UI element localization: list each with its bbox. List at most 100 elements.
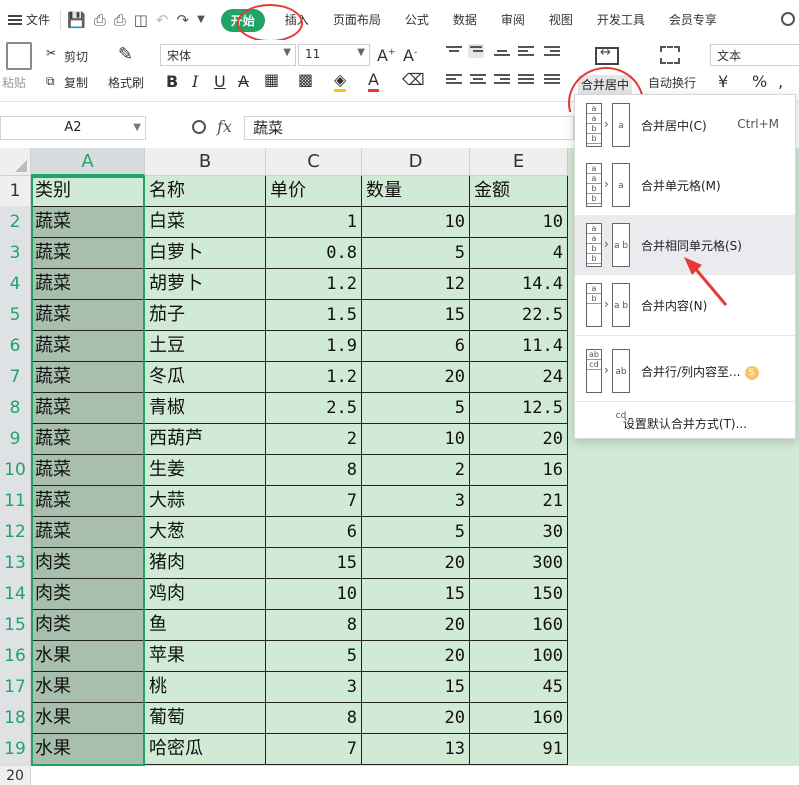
row-header-14[interactable]: 14 — [0, 579, 31, 610]
cell-b15[interactable]: 鱼 — [145, 610, 266, 641]
cell-a7[interactable]: 蔬菜 — [31, 362, 145, 393]
tab-view[interactable]: 视图 — [537, 0, 585, 40]
cell-a6[interactable]: 蔬菜 — [31, 331, 145, 362]
cell-b4[interactable]: 胡萝卜 — [145, 269, 266, 300]
row-header-2[interactable]: 2 — [0, 207, 31, 238]
redo-icon[interactable]: ↷ — [177, 10, 190, 30]
cell-d10[interactable]: 2 — [362, 455, 470, 486]
fx-label[interactable]: fx — [217, 117, 232, 136]
cell-d17[interactable]: 15 — [362, 672, 470, 703]
wrap-text-button[interactable]: 自动换行 — [648, 74, 696, 91]
cell-a12[interactable]: 蔬菜 — [31, 517, 145, 548]
align-bottom-icon[interactable] — [494, 50, 510, 64]
chevron-down-icon[interactable]: ▼ — [197, 10, 205, 30]
cell-c16[interactable]: 5 — [266, 641, 362, 672]
cell-a18[interactable]: 水果 — [31, 703, 145, 734]
tab-data[interactable]: 数据 — [441, 0, 489, 40]
cell-b3[interactable]: 白萝卜 — [145, 238, 266, 269]
number-format-select[interactable]: 文本 — [710, 44, 799, 66]
cell-c19[interactable]: 7 — [266, 734, 362, 765]
tab-formulas[interactable]: 公式 — [393, 0, 441, 40]
menu-item-default-merge-settings[interactable]: 设置默认合并方式(T)... — [575, 415, 795, 432]
cell-c2[interactable]: 1 — [266, 207, 362, 238]
cell-d7[interactable]: 20 — [362, 362, 470, 393]
column-header-c[interactable]: C — [266, 148, 362, 176]
align-left-icon[interactable] — [446, 74, 462, 88]
cell-e8[interactable]: 12.5 — [470, 393, 568, 424]
tab-page-layout[interactable]: 页面布局 — [321, 0, 393, 40]
underline-icon[interactable]: U — [214, 72, 226, 91]
cell-e2[interactable]: 10 — [470, 207, 568, 238]
cell-e4[interactable]: 14.4 — [470, 269, 568, 300]
file-menu-button[interactable]: 文件 — [0, 0, 60, 40]
tab-review[interactable]: 审阅 — [489, 0, 537, 40]
cell-c5[interactable]: 1.5 — [266, 300, 362, 331]
cut-button[interactable]: 剪切 — [64, 48, 88, 65]
export-pdf-icon[interactable]: ⎙ — [94, 10, 106, 30]
cell-b8[interactable]: 青椒 — [145, 393, 266, 424]
cell-a3[interactable]: 蔬菜 — [31, 238, 145, 269]
cell-b6[interactable]: 土豆 — [145, 331, 266, 362]
fill-color-icon[interactable]: ◈ — [334, 70, 347, 92]
menu-item-merge-rows-columns[interactable]: ab cd › ab cd 合并行/列内容至... S — [575, 341, 795, 421]
row-header-11[interactable]: 11 — [0, 486, 31, 517]
menu-item-merge-cells[interactable]: a a b b › a 合并单元格(M) — [575, 155, 795, 215]
cell-e11[interactable]: 21 — [470, 486, 568, 517]
cell-a10[interactable]: 蔬菜 — [31, 455, 145, 486]
undo-icon[interactable]: ↶ — [156, 10, 169, 30]
column-header-b[interactable]: B — [145, 148, 266, 176]
cell-d18[interactable]: 20 — [362, 703, 470, 734]
cell-b9[interactable]: 西葫芦 — [145, 424, 266, 455]
cell-c15[interactable]: 8 — [266, 610, 362, 641]
cell-b10[interactable]: 生姜 — [145, 455, 266, 486]
row-header-13[interactable]: 13 — [0, 548, 31, 579]
cell-b16[interactable]: 苹果 — [145, 641, 266, 672]
row-header-12[interactable]: 12 — [0, 517, 31, 548]
cell-e10[interactable]: 16 — [470, 455, 568, 486]
tab-member[interactable]: 会员专享 — [657, 0, 729, 40]
cell-a4[interactable]: 蔬菜 — [31, 269, 145, 300]
row-header-19[interactable]: 19 — [0, 734, 31, 765]
cell-c6[interactable]: 1.9 — [266, 331, 362, 362]
justify-icon[interactable] — [518, 74, 534, 88]
column-header-d[interactable]: D — [362, 148, 470, 176]
row-header-9[interactable]: 9 — [0, 424, 31, 455]
cell-e15[interactable]: 160 — [470, 610, 568, 641]
cell-e17[interactable]: 45 — [470, 672, 568, 703]
row-header-16[interactable]: 16 — [0, 641, 31, 672]
format-painter-button[interactable]: 格式刷 — [108, 74, 144, 91]
cell-d13[interactable]: 20 — [362, 548, 470, 579]
menu-item-merge-center[interactable]: a a b b › a 合并居中(C) Ctrl+M — [575, 95, 795, 155]
cell-b2[interactable]: 白菜 — [145, 207, 266, 238]
italic-icon[interactable]: I — [192, 72, 198, 91]
column-header-a[interactable]: A — [31, 148, 145, 176]
cell-a1[interactable]: 类别 — [31, 176, 145, 207]
cell-a16[interactable]: 水果 — [31, 641, 145, 672]
print-icon[interactable]: ⎙ — [114, 10, 126, 30]
strikethrough-icon[interactable]: A — [238, 72, 249, 91]
cell-a19[interactable]: 水果 — [31, 734, 145, 765]
paste-icon[interactable] — [6, 42, 32, 70]
cell-c17[interactable]: 3 — [266, 672, 362, 703]
cell-c7[interactable]: 1.2 — [266, 362, 362, 393]
cell-b19[interactable]: 哈密瓜 — [145, 734, 266, 765]
comma-style-icon[interactable]: ‚ — [778, 72, 783, 91]
align-right-icon[interactable] — [494, 74, 510, 88]
cell-c12[interactable]: 6 — [266, 517, 362, 548]
font-color-icon[interactable]: A — [368, 70, 379, 92]
column-header-e[interactable]: E — [470, 148, 568, 176]
cell-a17[interactable]: 水果 — [31, 672, 145, 703]
cell-b7[interactable]: 冬瓜 — [145, 362, 266, 393]
select-all-corner[interactable] — [0, 148, 31, 176]
cell-d12[interactable]: 5 — [362, 517, 470, 548]
cell-e5[interactable]: 22.5 — [470, 300, 568, 331]
search-icon[interactable] — [781, 12, 795, 26]
cell-b12[interactable]: 大葱 — [145, 517, 266, 548]
row-header-4[interactable]: 4 — [0, 269, 31, 300]
font-size-select[interactable]: 11 ▼ — [298, 44, 370, 66]
cell-e13[interactable]: 300 — [470, 548, 568, 579]
paste-button[interactable]: 粘贴 — [2, 74, 26, 91]
cell-d2[interactable]: 10 — [362, 207, 470, 238]
cell-b13[interactable]: 猪肉 — [145, 548, 266, 579]
cell-a9[interactable]: 蔬菜 — [31, 424, 145, 455]
